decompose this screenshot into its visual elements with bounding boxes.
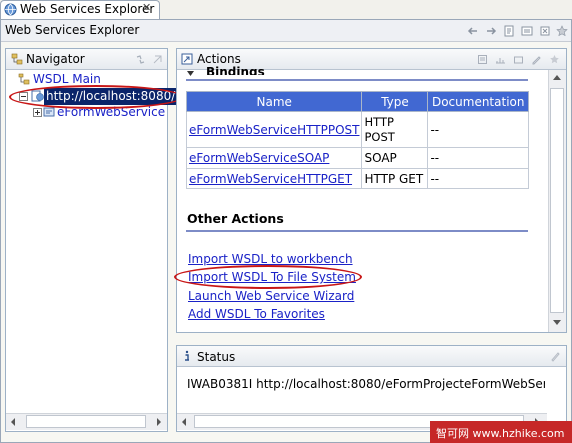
binding-link[interactable]: eFormWebServiceSOAP [189, 151, 329, 165]
table-row: eFormWebServiceSOAP SOAP -- [185, 147, 529, 169]
binding-link[interactable]: eFormWebServiceHTTPGET [189, 172, 352, 186]
source-view-icon[interactable] [477, 54, 488, 65]
forward-arrow-icon[interactable] [485, 25, 497, 37]
binding-doc-cell: -- [427, 147, 529, 169]
bindings-section-title: Bindings [206, 65, 265, 75]
clear-status-icon[interactable] [550, 351, 561, 362]
explorer-title: Web Services Explorer [5, 23, 140, 37]
wsdl-main-icon [18, 73, 30, 85]
table-header-row: Name Type Documentation [185, 91, 529, 112]
binding-name-cell: eFormWebServiceSOAP [185, 147, 363, 169]
wsdl-page-icon[interactable] [503, 25, 515, 37]
web-services-icon [4, 3, 17, 16]
binding-link[interactable]: eFormWebServiceHTTPPOST [189, 123, 359, 137]
column-header-documentation: Documentation [427, 91, 529, 112]
tree-expand-toggle[interactable] [33, 108, 42, 117]
column-header-type: Type [361, 91, 429, 112]
watermark: 智可网 www.hzhike.com [430, 421, 572, 443]
refresh-icon[interactable] [135, 54, 146, 65]
info-icon [185, 350, 189, 361]
scroll-down-icon[interactable] [552, 319, 562, 327]
launch-web-service-wizard-link[interactable]: Launch Web Service Wizard [188, 289, 354, 303]
binding-doc-cell: -- [427, 168, 529, 189]
other-actions-title: Other Actions [187, 211, 284, 226]
binding-type-cell: SOAP [361, 147, 429, 169]
navigator-title: Navigator [26, 52, 85, 66]
table-row: eFormWebServiceHTTPPOST HTTP POST -- [185, 111, 529, 148]
actions-icon [181, 53, 193, 65]
binding-type-cell: HTTP POST [361, 111, 429, 148]
binding-doc-cell: -- [427, 111, 529, 148]
table-row: eFormWebServiceHTTPGET HTTP GET -- [185, 168, 529, 189]
status-message: IWAB0381I http://localhost:8080/eFormPro… [187, 377, 545, 391]
wsil-page-icon[interactable] [539, 25, 551, 37]
status-header [177, 346, 566, 367]
clear-icon[interactable] [152, 54, 163, 65]
column-header-name: Name [185, 91, 363, 112]
uddi-page-icon[interactable] [521, 25, 533, 37]
edit-icon[interactable] [531, 54, 542, 65]
bindings-table: Name Type Documentation eFormWebServiceH… [185, 91, 529, 189]
status-title: Status [197, 350, 236, 364]
binding-name-cell: eFormWebServiceHTTPPOST [185, 111, 363, 148]
scroll-left-icon[interactable] [9, 417, 17, 427]
scroll-right-icon[interactable] [155, 417, 163, 427]
import-wsdl-workbench-link[interactable]: Import WSDL to workbench [188, 252, 353, 266]
favorites-star-icon[interactable] [556, 25, 568, 37]
close-icon[interactable]: ✕ [142, 1, 151, 14]
highlight-oval [9, 85, 183, 109]
section-divider [186, 79, 528, 81]
binding-type-cell: HTTP GET [361, 168, 429, 189]
add-wsdl-favorites-link[interactable]: Add WSDL To Favorites [188, 307, 325, 321]
back-arrow-icon[interactable] [467, 25, 479, 37]
form-view-icon[interactable] [495, 54, 506, 65]
navigator-icon [11, 53, 23, 65]
reset-icon[interactable] [513, 54, 524, 65]
highlight-oval [174, 265, 362, 289]
service-icon [43, 107, 55, 117]
add-favorite-icon[interactable] [549, 54, 560, 65]
view-tab-title: Web Services Explorer [20, 2, 155, 16]
section-divider [186, 230, 528, 232]
scroll-up-icon[interactable] [552, 73, 562, 81]
tree-item-wsdl-main[interactable]: WSDL Main [33, 72, 101, 86]
collapse-arrow-icon[interactable] [186, 70, 195, 77]
scroll-left-icon[interactable] [180, 417, 188, 427]
navigator-scroll-thumb[interactable] [26, 415, 146, 428]
binding-name-cell: eFormWebServiceHTTPGET [185, 168, 363, 189]
actions-scroll-thumb[interactable] [550, 88, 564, 313]
